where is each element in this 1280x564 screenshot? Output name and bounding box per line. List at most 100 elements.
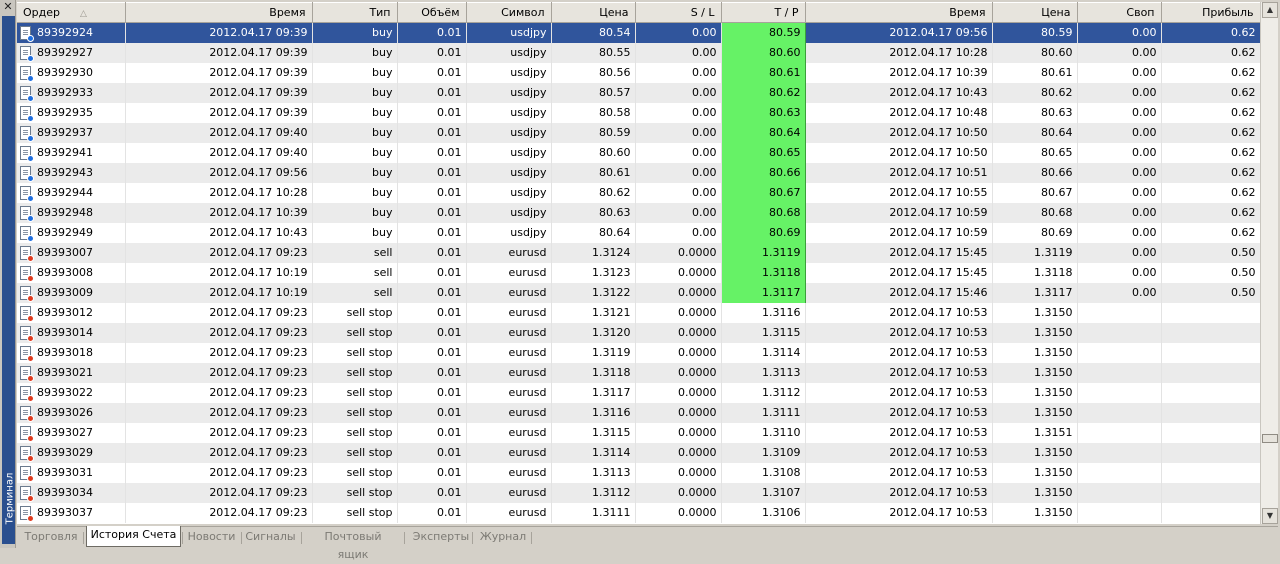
open-time-cell: 2012.04.17 09:39 [125,82,313,103]
table-row[interactable]: 89393007 2012.04.17 09:23 sell 0.01 eurusd 1.… [17,242,1260,263]
scroll-down-icon[interactable]: ▼ [1262,508,1278,524]
tab-journal[interactable]: Журнал [479,528,527,547]
table-row[interactable]: 89393034 2012.04.17 09:23 sell stop 0.01 eur… [17,482,1260,503]
type-cell: sell stop [312,342,398,363]
order-cell: 89392935 [17,102,126,123]
col-swap-header[interactable]: Своп [1077,2,1162,23]
close-price-cell: 1.3150 [992,402,1078,423]
table-row[interactable]: 89392937 2012.04.17 09:40 buy 0.01 usdjpy 80.… [17,122,1260,143]
order-number: 89393034 [37,485,93,499]
table-row[interactable]: 89393021 2012.04.17 09:23 sell stop 0.01 eur… [17,362,1260,383]
col-sl-header[interactable]: S / L [635,2,722,23]
sell-order-icon [20,405,34,422]
symbol-cell: usdjpy [466,22,552,43]
order-number: 89392924 [37,25,93,39]
table-row[interactable]: 89393037 2012.04.17 09:23 sell stop 0.01 eur… [17,502,1260,523]
close-icon[interactable]: ✕ [2,1,14,13]
symbol-cell: usdjpy [466,142,552,163]
col-close-price-header[interactable]: Цена [992,2,1078,23]
table-row[interactable]: 89393009 2012.04.17 10:19 sell 0.01 eurusd 1.… [17,282,1260,303]
sl-cell: 0.0000 [635,262,722,283]
table-row[interactable]: 89392949 2012.04.17 10:43 buy 0.01 usdjpy 80.… [17,222,1260,243]
col-symbol-header[interactable]: Символ [466,2,552,23]
table-row[interactable]: 89392941 2012.04.17 09:40 buy 0.01 usdjpy 80.… [17,142,1260,163]
tp-cell: 1.3106 [721,502,806,523]
close-time-cell: 2012.04.17 10:53 [805,302,993,323]
table-row[interactable]: 89393029 2012.04.17 09:23 sell stop 0.01 eur… [17,442,1260,463]
type-cell: sell stop [312,362,398,383]
table-row[interactable]: 89393027 2012.04.17 09:23 sell stop 0.01 eur… [17,422,1260,443]
scrollbar-thumb[interactable] [1262,434,1278,443]
volume-cell: 0.01 [397,262,467,283]
buy-order-icon [20,45,34,62]
sl-cell: 0.00 [635,62,722,83]
sell-order-icon [20,445,34,462]
order-cell: 89392943 [17,162,126,183]
col-open-price-header[interactable]: Цена [551,2,636,23]
table-row[interactable]: 89392948 2012.04.17 10:39 buy 0.01 usdjpy 80.… [17,202,1260,223]
open-time-cell: 2012.04.17 09:23 [125,502,313,523]
buy-order-icon [20,25,34,42]
symbol-cell: eurusd [466,302,552,323]
tab-mailbox[interactable]: Почтовый ящик [309,528,397,561]
table-row[interactable]: 89392927 2012.04.17 09:39 buy 0.01 usdjpy 80.… [17,42,1260,63]
col-type-header[interactable]: Тип [312,2,398,23]
scroll-up-icon[interactable]: ▲ [1262,2,1278,18]
swap-cell [1077,342,1162,363]
order-number: 89392943 [37,165,93,179]
table-row[interactable]: 89392943 2012.04.17 09:56 buy 0.01 usdjpy 80.… [17,162,1260,183]
volume-cell: 0.01 [397,102,467,123]
tp-cell: 1.3109 [721,442,806,463]
close-time-cell: 2012.04.17 10:53 [805,362,993,383]
tab-account-history[interactable]: История Счета [86,526,181,547]
volume-cell: 0.01 [397,362,467,383]
table-row[interactable]: 89392935 2012.04.17 09:39 buy 0.01 usdjpy 80.… [17,102,1260,123]
col-open-time-header[interactable]: Время [125,2,313,23]
symbol-cell: eurusd [466,382,552,403]
tab-experts[interactable]: Эксперты [412,528,470,547]
table-row[interactable]: 89393031 2012.04.17 09:23 sell stop 0.01 eur… [17,462,1260,483]
table-row[interactable]: 89393012 2012.04.17 09:23 sell stop 0.01 eur… [17,302,1260,323]
close-price-cell: 1.3150 [992,302,1078,323]
tp-cell: 80.66 [721,162,806,183]
table-row[interactable]: 89392924 2012.04.17 09:39 buy 0.01 usdjpy 80.… [17,22,1260,43]
sell-order-icon [20,385,34,402]
tab-trade[interactable]: Торговля [21,528,81,547]
buy-order-icon [20,85,34,102]
col-tp-header[interactable]: T / P [721,2,806,23]
close-price-cell: 1.3150 [992,502,1078,523]
col-order-header[interactable]: Ордер △ [17,2,126,23]
table-row[interactable]: 89393018 2012.04.17 09:23 sell stop 0.01 eur… [17,342,1260,363]
open-time-cell: 2012.04.17 09:23 [125,302,313,323]
col-close-time-header[interactable]: Время [805,2,993,23]
table-row[interactable]: 89393014 2012.04.17 09:23 sell stop 0.01 eur… [17,322,1260,343]
vertical-scrollbar[interactable]: ▲ ▼ [1260,2,1278,524]
table-row[interactable]: 89393008 2012.04.17 10:19 sell 0.01 eurusd 1.… [17,262,1260,283]
col-volume-header[interactable]: Объём [397,2,467,23]
order-number: 89393012 [37,305,93,319]
open-time-cell: 2012.04.17 09:23 [125,422,313,443]
symbol-cell: usdjpy [466,42,552,63]
buy-order-icon [20,165,34,182]
table-row[interactable]: 89392930 2012.04.17 09:39 buy 0.01 usdjpy 80.… [17,62,1260,83]
symbol-cell: eurusd [466,482,552,503]
tab-signals[interactable]: Сигналы [244,528,297,547]
table-row[interactable]: 89393022 2012.04.17 09:23 sell stop 0.01 eur… [17,382,1260,403]
history-table: Ордер △ Время Тип Объём Символ Цена S / L… [17,2,1260,523]
order-cell: 89393031 [17,462,126,483]
volume-cell: 0.01 [397,142,467,163]
col-profit-header[interactable]: Прибыль [1161,2,1260,23]
order-cell: 89392930 [17,62,126,83]
open-price-cell: 1.3116 [551,402,636,423]
close-time-cell: 2012.04.17 10:50 [805,142,993,163]
sl-cell: 0.0000 [635,302,722,323]
tab-news[interactable]: Новости [184,528,239,547]
sell-order-icon [20,365,34,382]
table-row[interactable]: 89392933 2012.04.17 09:39 buy 0.01 usdjpy 80.… [17,82,1260,103]
symbol-cell: usdjpy [466,222,552,243]
open-price-cell: 1.3117 [551,382,636,403]
table-row[interactable]: 89393026 2012.04.17 09:23 sell stop 0.01 eur… [17,402,1260,423]
table-row[interactable]: 89392944 2012.04.17 10:28 buy 0.01 usdjpy 80.… [17,182,1260,203]
symbol-cell: eurusd [466,322,552,343]
order-number: 89392935 [37,105,93,119]
